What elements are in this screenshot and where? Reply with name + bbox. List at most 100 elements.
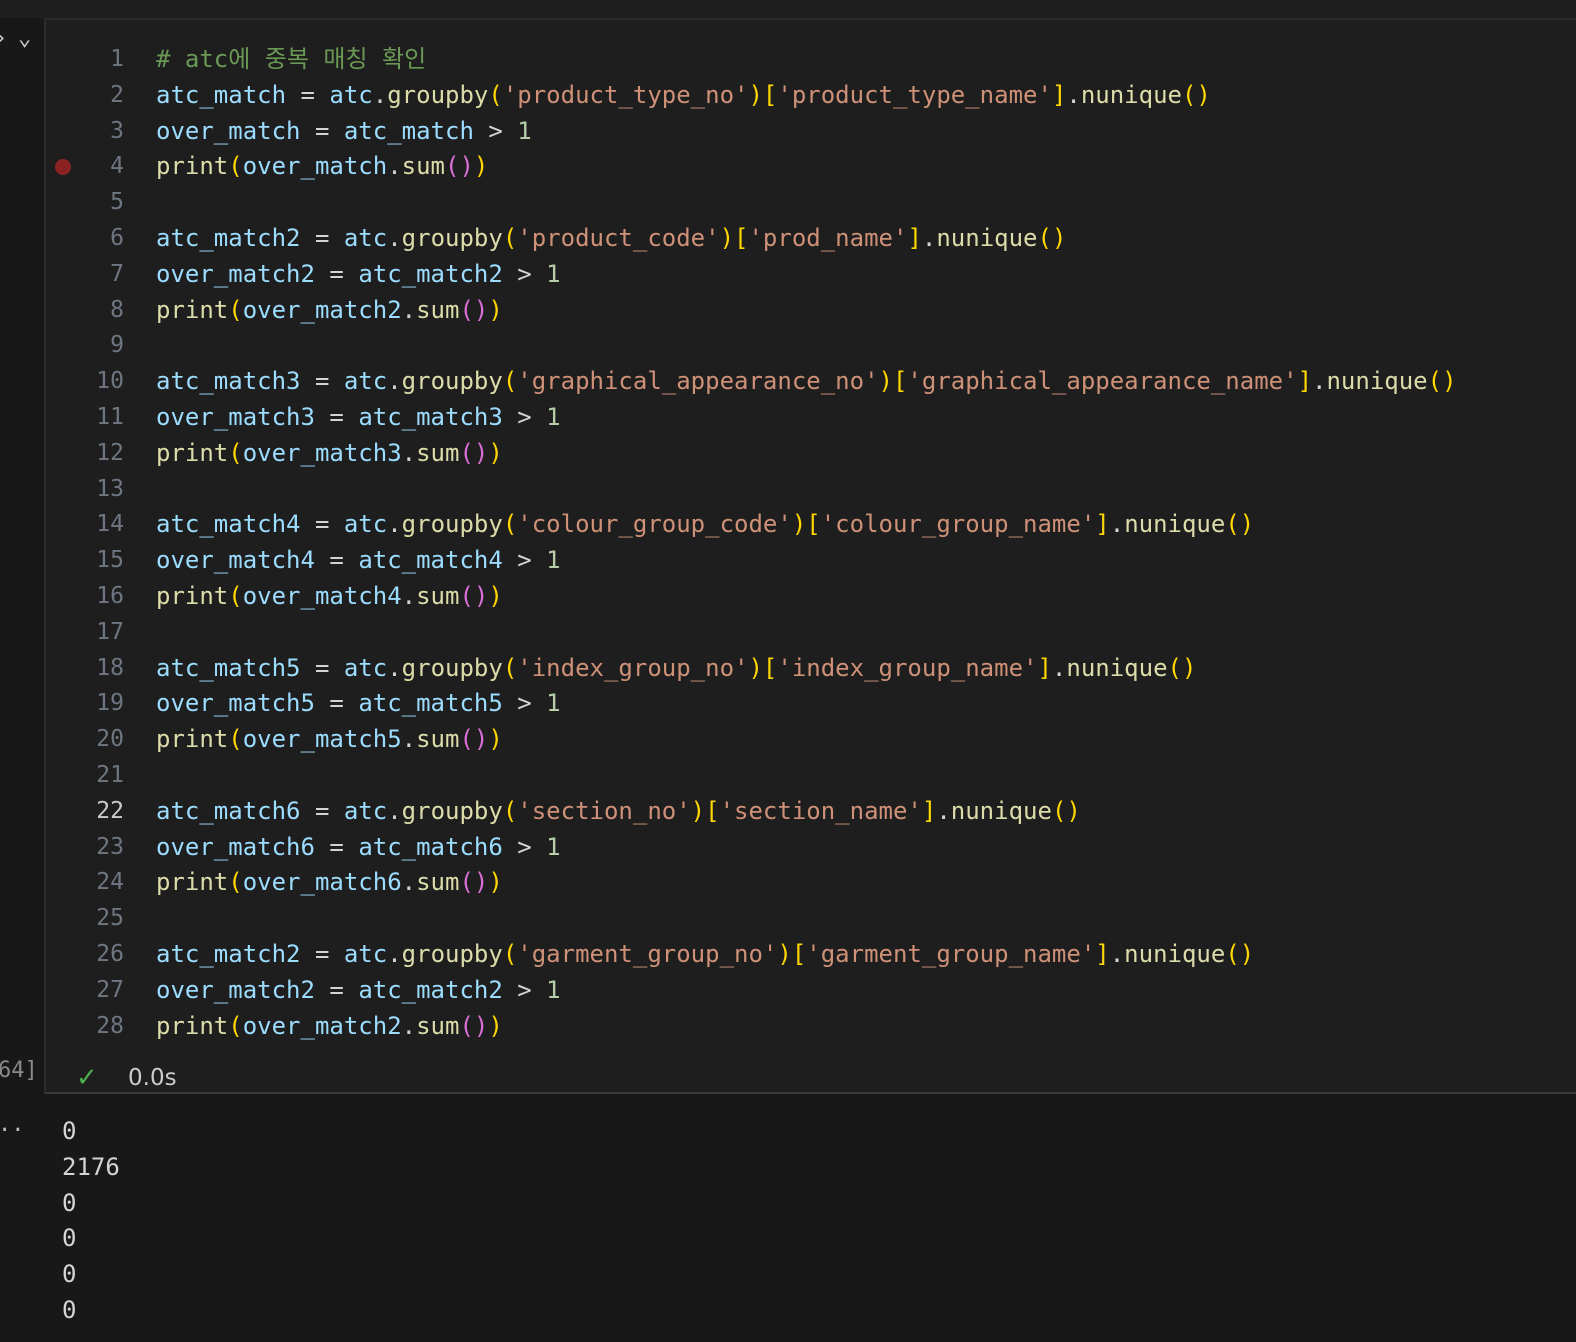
code-line[interactable]: 15 over_match4 = atc_match4 > 1: [46, 543, 1576, 579]
code-token: atc: [329, 80, 373, 109]
code-token: 1: [517, 116, 532, 145]
code-token: nunique: [1124, 939, 1226, 968]
line-source: atc_match4 = atc.groupby('colour_group_c…: [156, 507, 1254, 543]
code-token: 'product_type_no': [502, 80, 749, 109]
code-line[interactable]: 24 print(over_match6.sum()): [46, 865, 1576, 901]
code-token: atc_match3: [358, 402, 503, 431]
code-line[interactable]: 12 print(over_match3.sum()): [46, 436, 1576, 472]
code-line[interactable]: 7 over_match2 = atc_match2 > 1: [46, 257, 1576, 293]
line-source: atc_match3 = atc.groupby('graphical_appe…: [156, 364, 1457, 400]
code-token: [: [762, 653, 778, 682]
output-line: 0: [62, 1188, 77, 1217]
code-line[interactable]: 25: [46, 901, 1576, 937]
code-line[interactable]: 17: [46, 615, 1576, 651]
code-token: ]: [1095, 510, 1110, 539]
code-token: ]: [1051, 80, 1067, 109]
code-token: print: [156, 1011, 229, 1040]
code-token: atc: [343, 939, 388, 968]
code-token: .: [401, 1011, 417, 1040]
line-number: 16: [96, 582, 124, 609]
code-token: ]: [1037, 653, 1052, 682]
code-token: >: [473, 116, 518, 145]
code-token: sum: [416, 581, 460, 610]
line-source: over_match4 = atc_match4 > 1: [156, 543, 561, 579]
code-line[interactable]: 6 atc_match2 = atc.groupby('product_code'…: [46, 221, 1576, 257]
code-token: nunique: [950, 796, 1052, 825]
code-token: (: [502, 510, 518, 539]
chevron-down-icon[interactable]: ⌄: [18, 26, 31, 51]
line-source: print(over_match4.sum()): [156, 579, 503, 615]
code-line[interactable]: 27 over_match2 = atc_match2 > 1: [46, 973, 1576, 1009]
code-line[interactable]: 16 print(over_match4.sum()): [46, 579, 1576, 615]
code-token: nunique: [1066, 653, 1168, 682]
code-line[interactable]: 11 over_match3 = atc_match3 > 1: [46, 400, 1576, 436]
line-number: 23: [96, 833, 124, 860]
code-line[interactable]: 28 print(over_match2.sum()): [46, 1009, 1576, 1045]
code-token: ): [488, 581, 503, 610]
code-token: .: [1066, 80, 1081, 109]
code-line[interactable]: 14 atc_match4 = atc.groupby('colour_group…: [46, 507, 1576, 543]
code-token: atc_match3: [156, 367, 301, 396]
code-token: >: [502, 402, 547, 431]
code-token: ): [719, 223, 735, 252]
code-line[interactable]: 9: [46, 328, 1576, 364]
code-line[interactable]: 5: [46, 185, 1576, 221]
code-token: [: [892, 367, 908, 396]
code-token: [: [762, 80, 778, 109]
code-line[interactable]: 3 over_match = atc_match > 1: [46, 114, 1576, 150]
code-token: .: [372, 80, 388, 109]
code-token: atc_match2: [358, 975, 503, 1004]
chevron-right-icon[interactable]: ›: [0, 26, 7, 51]
code-token: .: [401, 295, 417, 324]
code-line[interactable]: 4 print(over_match.sum()): [46, 149, 1576, 185]
code-token: (): [445, 152, 474, 181]
code-token: nunique: [1080, 80, 1182, 109]
output-menu-dots[interactable]: ..: [0, 1112, 25, 1137]
output-line: 2176: [62, 1152, 120, 1181]
code-line[interactable]: 20 print(over_match5.sum()): [46, 722, 1576, 758]
code-token: =: [300, 653, 344, 682]
code-cell-editor[interactable]: 1 # atc에 중복 매칭 확인 2 atc_match = atc.groupby…: [44, 18, 1576, 1094]
code-token: .: [1109, 939, 1125, 968]
code-line[interactable]: 26 atc_match2 = atc.groupby('garment_grou…: [46, 937, 1576, 973]
code-line[interactable]: 18 atc_match5 = atc.groupby('index_group_…: [46, 651, 1576, 687]
code-token: .: [401, 581, 417, 610]
code-line[interactable]: 8 print(over_match2.sum()): [46, 293, 1576, 329]
code-token: groupby: [387, 80, 489, 109]
line-number: 9: [110, 332, 124, 359]
code-token: (): [459, 725, 489, 754]
code-token: 1: [546, 546, 561, 575]
code-token: (): [459, 581, 489, 610]
code-token: (): [1037, 223, 1067, 252]
code-token: .: [387, 152, 402, 181]
line-number: 24: [96, 869, 124, 896]
code-token: 'section_no': [517, 796, 691, 825]
line-source: print(over_match.sum()): [156, 149, 488, 185]
code-line[interactable]: 13: [46, 472, 1576, 508]
code-token: sum: [401, 152, 446, 181]
code-line[interactable]: 10 atc_match3 = atc.groupby('graphical_ap…: [46, 364, 1576, 400]
code-token: =: [314, 402, 359, 431]
code-token: ): [690, 796, 706, 825]
code-token: ): [488, 438, 503, 467]
code-token: over_match2: [242, 295, 402, 324]
code-line[interactable]: 2 atc_match = atc.groupby('product_type_n…: [46, 78, 1576, 114]
code-token: atc_match4: [156, 510, 301, 539]
line-number: 15: [96, 547, 124, 574]
code-token: print: [156, 725, 229, 754]
line-source: print(over_match2.sum()): [156, 293, 503, 329]
code-token: ): [791, 510, 807, 539]
code-line[interactable]: 19 over_match5 = atc_match5 > 1: [46, 686, 1576, 722]
code-line[interactable]: 22 atc_match6 = atc.groupby('section_no')…: [46, 794, 1576, 830]
code-line[interactable]: 1 # atc에 중복 매칭 확인: [46, 42, 1576, 78]
line-source: over_match = atc_match > 1: [156, 114, 532, 150]
code-token: atc: [343, 653, 388, 682]
code-line[interactable]: 21: [46, 758, 1576, 794]
code-token: ): [488, 725, 503, 754]
code-lines[interactable]: 1 # atc에 중복 매칭 확인 2 atc_match = atc.groupby…: [46, 42, 1576, 1044]
code-line[interactable]: 23 over_match6 = atc_match6 > 1: [46, 830, 1576, 866]
line-source: print(over_match6.sum()): [156, 865, 503, 901]
cell-collapse-toggle[interactable]: › ⌄: [0, 26, 40, 54]
code-token: (: [228, 438, 243, 467]
code-token: ): [748, 80, 763, 109]
